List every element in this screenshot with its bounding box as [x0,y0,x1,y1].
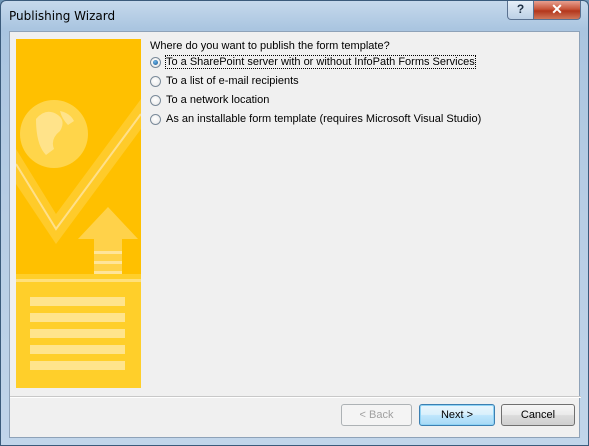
option-installable-label[interactable]: As an installable form template (require… [166,113,481,125]
radio-email[interactable] [150,75,161,87]
radio-installable[interactable] [150,113,161,125]
close-button[interactable]: ✕ [533,1,581,20]
option-email[interactable]: To a list of e-mail recipients [150,73,299,89]
option-network[interactable]: To a network location [150,92,269,108]
option-sharepoint-label[interactable]: To a SharePoint server with or without I… [165,55,476,69]
back-button[interactable]: < Back [341,404,412,426]
next-button[interactable]: Next > [419,404,495,426]
radio-sharepoint[interactable] [150,56,161,68]
title-bar[interactable]: Publishing Wizard ? ✕ [1,1,588,31]
wizard-client-area: Where do you want to publish the form te… [9,31,581,438]
radio-network[interactable] [150,94,161,106]
cancel-button[interactable]: Cancel [501,404,575,426]
wizard-window: Publishing Wizard ? ✕ Where do you want … [0,0,589,446]
help-icon: ? [516,2,525,16]
option-installable[interactable]: As an installable form template (require… [150,111,481,127]
wizard-banner-illustration [16,39,141,388]
window-title: Publishing Wizard [9,9,116,23]
close-icon: ✕ [551,1,563,17]
question-label: Where do you want to publish the form te… [150,40,390,52]
button-divider [10,396,581,398]
option-network-label[interactable]: To a network location [166,94,269,106]
banner-art [16,39,141,388]
option-sharepoint[interactable]: To a SharePoint server with or without I… [150,54,476,70]
help-button[interactable]: ? [507,1,534,20]
option-email-label[interactable]: To a list of e-mail recipients [166,75,299,87]
